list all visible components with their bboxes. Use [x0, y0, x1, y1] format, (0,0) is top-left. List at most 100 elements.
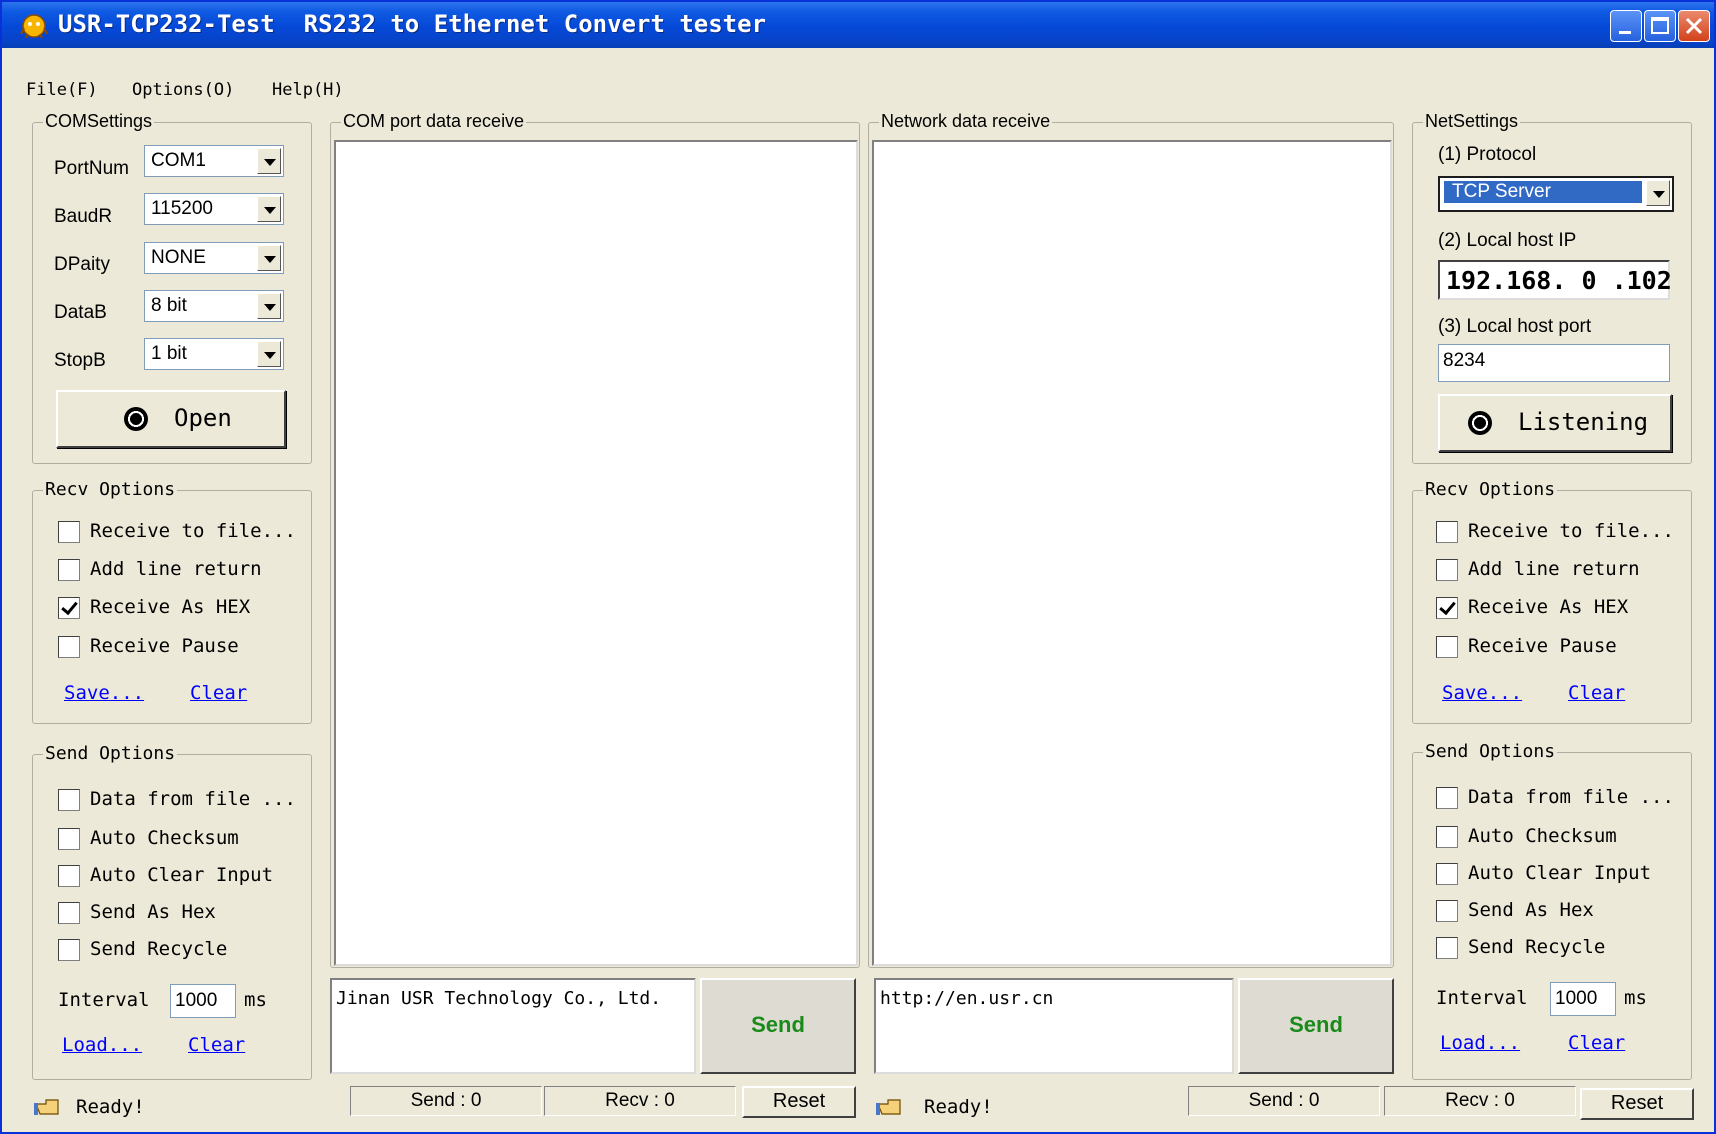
com-send-button[interactable]: Send — [700, 978, 856, 1074]
databits-label: DataB — [54, 302, 107, 323]
protocol-select[interactable]: TCP Server — [1438, 176, 1674, 212]
local-port-input[interactable]: 8234 — [1438, 344, 1670, 382]
databits-select[interactable]: 8 bit — [144, 290, 284, 322]
window-title: USR-TCP232-Test RS232 to Ethernet Conver… — [58, 10, 767, 38]
checkbox-label: Data from file ... — [1468, 786, 1674, 808]
databits-value: 8 bit — [151, 295, 187, 316]
com-interval-unit: ms — [244, 989, 267, 1011]
checkbox-label: Receive to file... — [90, 520, 296, 542]
open-port-button[interactable]: Open — [56, 390, 286, 448]
checkbox-label: Auto Clear Input — [1468, 862, 1652, 884]
checkbox-icon[interactable] — [58, 789, 80, 811]
com-load-link[interactable]: Load... — [62, 1034, 142, 1056]
checkbox-icon[interactable] — [1436, 787, 1458, 809]
parity-select[interactable]: NONE — [144, 242, 284, 274]
checkbox-checked-icon[interactable] — [1436, 597, 1458, 619]
checkbox-icon[interactable] — [58, 902, 80, 924]
com-save-link[interactable]: Save... — [64, 682, 144, 704]
net-recv-clear-link[interactable]: Clear — [1568, 682, 1625, 704]
title-bar[interactable]: USR-TCP232-Test RS232 to Ethernet Conver… — [2, 2, 1714, 48]
protocol-label: (1) Protocol — [1438, 144, 1537, 165]
menu-options[interactable]: Options(O) — [132, 80, 234, 100]
com-receive-area[interactable] — [334, 140, 858, 966]
net-interval-input[interactable]: 1000 — [1550, 982, 1616, 1016]
checkbox-label: Receive Pause — [90, 635, 239, 657]
com-settings-title: COMSettings — [43, 111, 155, 132]
checkbox-label: Auto Checksum — [1468, 825, 1617, 847]
com-send-text: Jinan USR Technology Co., Ltd. — [336, 988, 662, 1009]
listening-button[interactable]: Listening — [1438, 394, 1672, 452]
dropdown-arrow-icon[interactable] — [257, 293, 281, 319]
checkbox-icon[interactable] — [1436, 826, 1458, 848]
checkbox-label: Auto Clear Input — [90, 864, 274, 886]
net-reset-button[interactable]: Reset — [1580, 1088, 1694, 1120]
checkbox-icon[interactable] — [58, 636, 80, 658]
app-window: USR-TCP232-Test RS232 to Ethernet Conver… — [0, 0, 1716, 1134]
net-send-button[interactable]: Send — [1238, 978, 1394, 1074]
portnum-select[interactable]: COM1 — [144, 145, 284, 177]
checkbox-icon[interactable] — [1436, 863, 1458, 885]
checkbox-icon[interactable] — [58, 559, 80, 581]
checkbox-icon[interactable] — [1436, 521, 1458, 543]
baudrate-select[interactable]: 115200 — [144, 193, 284, 225]
menu-file[interactable]: File(F) — [26, 80, 98, 100]
net-send-clear-link[interactable]: Clear — [1568, 1032, 1625, 1054]
maximize-icon — [1651, 17, 1669, 34]
com-interval-input[interactable]: 1000 — [170, 984, 236, 1018]
baudrate-value: 115200 — [151, 198, 213, 219]
minimize-button[interactable] — [1610, 10, 1642, 42]
checkbox-label: Receive to file... — [1468, 520, 1674, 542]
dropdown-arrow-icon[interactable] — [1646, 180, 1670, 206]
parity-label: DPaity — [54, 254, 110, 275]
checkbox-label: Send As Hex — [1468, 899, 1594, 921]
local-port-value: 8234 — [1443, 350, 1486, 371]
dropdown-arrow-icon[interactable] — [257, 245, 281, 271]
com-send-input[interactable]: Jinan USR Technology Co., Ltd. — [330, 978, 696, 1074]
checkbox-icon[interactable] — [58, 828, 80, 850]
com-recv-options-title: Recv Options — [43, 479, 178, 500]
dropdown-arrow-icon[interactable] — [257, 341, 281, 367]
net-send-options-title: Send Options — [1423, 741, 1558, 762]
close-button[interactable] — [1678, 10, 1710, 42]
checkbox-icon[interactable] — [58, 939, 80, 961]
listening-label: Listening — [1518, 408, 1649, 436]
open-port-label: Open — [174, 404, 232, 432]
local-ip-input[interactable]: 192.168. 0 .102 — [1438, 260, 1672, 300]
com-recv-count: Recv : 0 — [544, 1086, 736, 1116]
com-send-button-label: Send — [751, 1012, 805, 1037]
dropdown-arrow-icon[interactable] — [257, 196, 281, 222]
net-save-link[interactable]: Save... — [1442, 682, 1522, 704]
checkbox-icon[interactable] — [1436, 636, 1458, 658]
stopbits-select[interactable]: 1 bit — [144, 338, 284, 370]
portnum-value: COM1 — [151, 150, 206, 171]
status-dot-icon — [1468, 411, 1492, 435]
stopbits-label: StopB — [54, 350, 106, 371]
app-logo-icon — [20, 14, 48, 38]
net-load-link[interactable]: Load... — [1440, 1032, 1520, 1054]
checkbox-checked-icon[interactable] — [58, 597, 80, 619]
com-recv-clear-link[interactable]: Clear — [190, 682, 247, 704]
com-interval-label: Interval — [58, 989, 150, 1011]
maximize-button[interactable] — [1644, 10, 1676, 42]
com-send-options-title: Send Options — [43, 743, 178, 764]
checkbox-label: Receive Pause — [1468, 635, 1617, 657]
dropdown-arrow-icon[interactable] — [257, 148, 281, 174]
checkbox-label: Receive As HEX — [1468, 596, 1629, 618]
net-interval-value: 1000 — [1555, 988, 1598, 1009]
com-reset-button[interactable]: Reset — [742, 1086, 856, 1118]
net-send-input[interactable]: http://en.usr.cn — [874, 978, 1234, 1074]
checkbox-icon[interactable] — [1436, 559, 1458, 581]
checkbox-icon[interactable] — [58, 865, 80, 887]
net-receive-area[interactable] — [872, 140, 1392, 966]
checkbox-icon[interactable] — [58, 521, 80, 543]
com-receive-title: COM port data receive — [341, 111, 527, 132]
local-port-label: (3) Local host port — [1438, 316, 1592, 337]
checkbox-icon[interactable] — [1436, 900, 1458, 922]
protocol-value: TCP Server — [1444, 181, 1642, 203]
portnum-label: PortNum — [54, 158, 129, 179]
com-send-clear-link[interactable]: Clear — [188, 1034, 245, 1056]
checkbox-label: Send Recycle — [1468, 936, 1606, 958]
net-settings-title: NetSettings — [1423, 111, 1521, 132]
menu-help[interactable]: Help(H) — [272, 80, 344, 100]
checkbox-icon[interactable] — [1436, 937, 1458, 959]
